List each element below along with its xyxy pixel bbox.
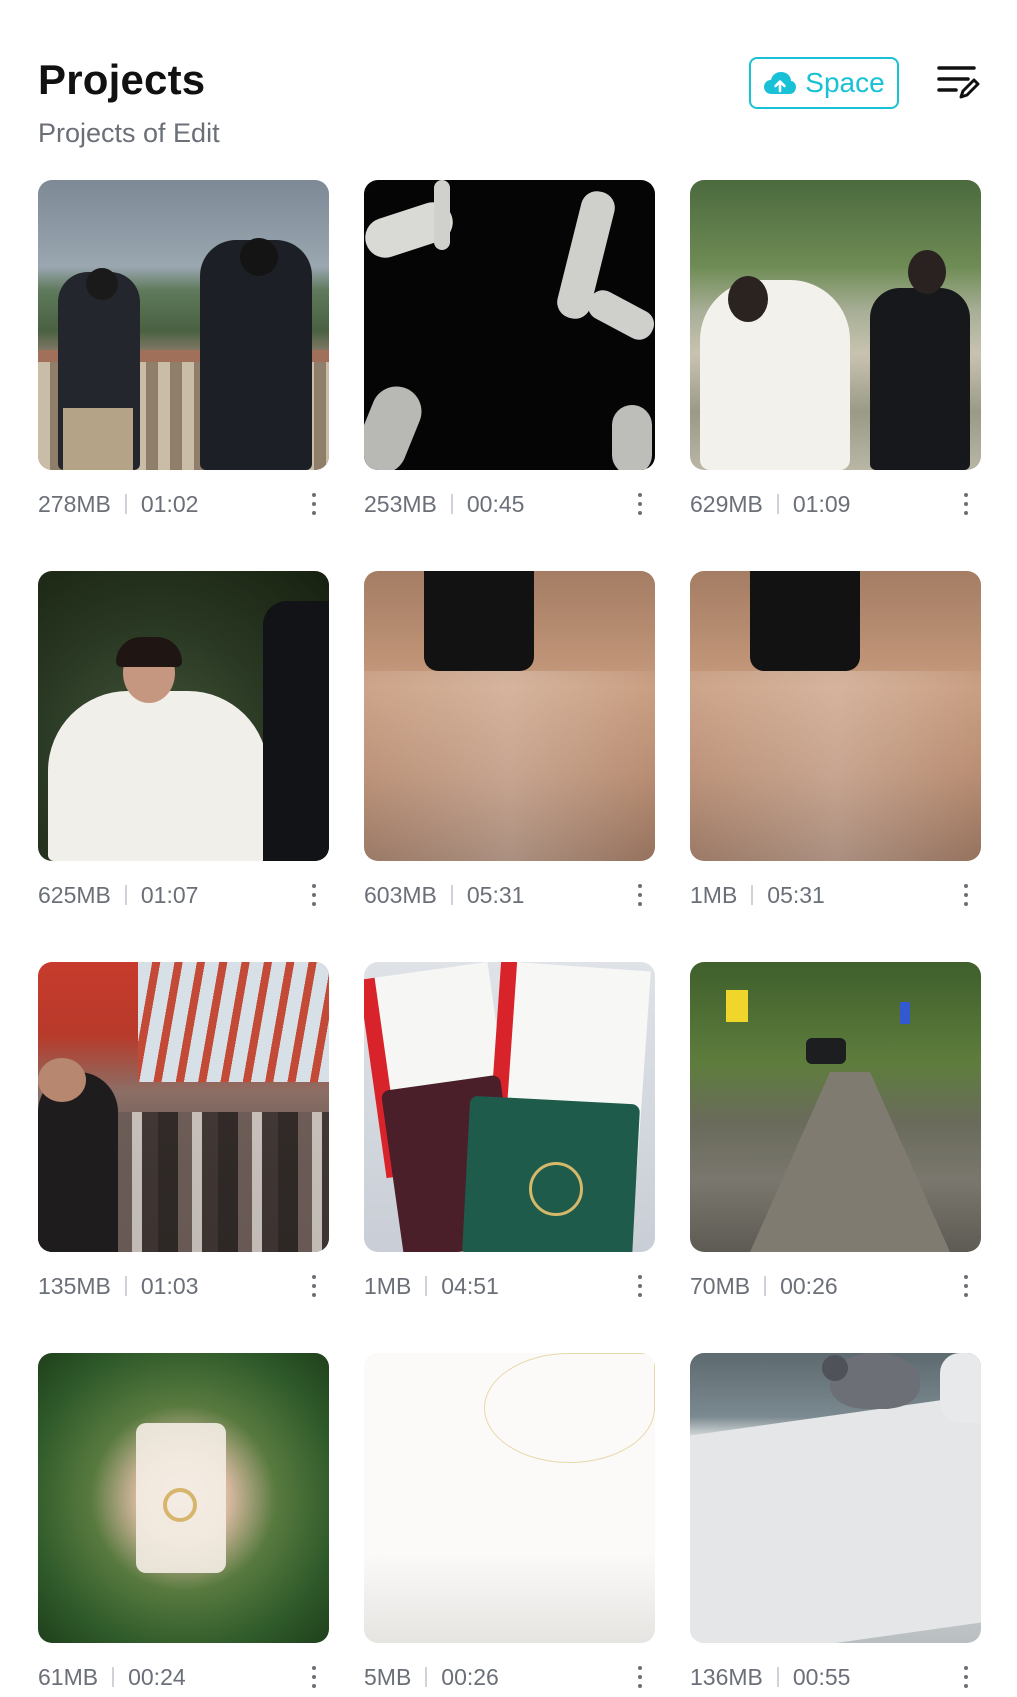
project-thumbnail[interactable] xyxy=(364,1353,655,1643)
more-vertical-icon[interactable] xyxy=(633,490,647,518)
project-size: 603MB xyxy=(364,881,437,908)
project-meta: 278MB 01:02 xyxy=(38,488,329,520)
meta-divider xyxy=(764,1276,767,1296)
project-card: 135MB 01:03 xyxy=(38,962,329,1353)
project-duration: 00:26 xyxy=(441,1663,499,1690)
project-meta: 136MB 00:55 xyxy=(690,1661,981,1693)
project-size: 625MB xyxy=(38,881,111,908)
space-button-label: Space xyxy=(805,67,885,98)
project-card: 1MB 05:31 xyxy=(690,571,981,962)
more-vertical-icon[interactable] xyxy=(633,881,647,909)
meta-divider xyxy=(425,1667,428,1687)
project-duration: 05:31 xyxy=(767,881,825,908)
project-duration: 00:24 xyxy=(128,1663,186,1690)
space-button[interactable]: Space xyxy=(749,57,899,109)
project-size: 1MB xyxy=(364,1272,412,1299)
meta-divider xyxy=(112,1667,115,1687)
project-thumbnail[interactable] xyxy=(364,180,655,470)
meta-divider xyxy=(450,885,453,905)
meta-divider xyxy=(776,494,779,514)
project-thumbnail[interactable] xyxy=(38,180,329,470)
project-meta: 625MB 01:07 xyxy=(38,879,329,911)
project-meta: 253MB 00:45 xyxy=(364,488,655,520)
project-card: 1MB 04:51 xyxy=(364,962,655,1353)
project-thumbnail[interactable] xyxy=(364,962,655,1252)
project-thumbnail[interactable] xyxy=(690,962,981,1252)
more-vertical-icon[interactable] xyxy=(633,1272,647,1300)
project-meta: 135MB 01:03 xyxy=(38,1270,329,1302)
project-size: 61MB xyxy=(38,1663,99,1690)
more-vertical-icon[interactable] xyxy=(307,1663,321,1691)
more-vertical-icon[interactable] xyxy=(307,881,321,909)
project-thumbnail[interactable] xyxy=(38,1353,329,1643)
project-card: 625MB 01:07 xyxy=(38,571,329,962)
project-duration: 05:31 xyxy=(466,881,525,908)
project-card: 253MB 00:45 xyxy=(364,180,655,571)
project-duration: 01:07 xyxy=(140,881,199,908)
meta-divider xyxy=(751,885,754,905)
project-size: 278MB xyxy=(38,490,111,517)
more-vertical-icon[interactable] xyxy=(633,1663,647,1691)
meta-divider xyxy=(124,494,127,514)
meta-divider xyxy=(450,494,453,514)
meta-divider xyxy=(124,1276,127,1296)
more-vertical-icon[interactable] xyxy=(307,490,321,518)
project-thumbnail[interactable] xyxy=(364,571,655,861)
project-thumbnail[interactable] xyxy=(38,571,329,861)
project-thumbnail[interactable] xyxy=(38,962,329,1252)
project-card: 61MB 00:24 xyxy=(38,1353,329,1697)
more-vertical-icon[interactable] xyxy=(307,1272,321,1300)
meta-divider xyxy=(124,885,127,905)
project-duration: 00:26 xyxy=(780,1272,838,1299)
page-title: Projects xyxy=(38,56,206,103)
project-meta: 603MB 05:31 xyxy=(364,879,655,911)
project-duration: 01:02 xyxy=(140,490,199,517)
project-thumbnail[interactable] xyxy=(690,1353,981,1643)
project-duration: 00:55 xyxy=(792,1663,851,1690)
project-size: 135MB xyxy=(38,1272,111,1299)
projects-grid: 278MB 01:02 253MB 00:45 629MB 01:09 625M… xyxy=(38,180,981,1697)
project-card: 70MB 00:26 xyxy=(690,962,981,1353)
project-card: 5MB 00:26 xyxy=(364,1353,655,1697)
project-size: 629MB xyxy=(690,490,763,517)
project-thumbnail[interactable] xyxy=(690,180,981,470)
project-thumbnail[interactable] xyxy=(690,571,981,861)
meta-divider xyxy=(425,1276,428,1296)
meta-divider xyxy=(776,1667,779,1687)
project-size: 253MB xyxy=(364,490,437,517)
project-size: 5MB xyxy=(364,1663,412,1690)
page-subtitle: Projects of Edit xyxy=(38,118,220,148)
project-meta: 1MB 04:51 xyxy=(364,1270,655,1302)
project-duration: 01:03 xyxy=(140,1272,199,1299)
header: Projects Projects of Edit Space xyxy=(38,56,980,156)
project-duration: 00:45 xyxy=(466,490,525,517)
project-card: 629MB 01:09 xyxy=(690,180,981,571)
list-edit-icon[interactable] xyxy=(936,62,980,102)
cloud-upload-icon xyxy=(763,70,797,96)
project-card: 603MB 05:31 xyxy=(364,571,655,962)
more-vertical-icon[interactable] xyxy=(959,490,973,518)
more-vertical-icon[interactable] xyxy=(959,1272,973,1300)
project-meta: 1MB 05:31 xyxy=(690,879,981,911)
project-meta: 629MB 01:09 xyxy=(690,488,981,520)
project-card: 278MB 01:02 xyxy=(38,180,329,571)
project-meta: 5MB 00:26 xyxy=(364,1661,655,1693)
project-card: 136MB 00:55 xyxy=(690,1353,981,1697)
project-size: 136MB xyxy=(690,1663,763,1690)
project-size: 70MB xyxy=(690,1272,751,1299)
more-vertical-icon[interactable] xyxy=(959,1663,973,1691)
project-duration: 04:51 xyxy=(441,1272,499,1299)
project-meta: 70MB 00:26 xyxy=(690,1270,981,1302)
project-meta: 61MB 00:24 xyxy=(38,1661,329,1693)
more-vertical-icon[interactable] xyxy=(959,881,973,909)
project-duration: 01:09 xyxy=(792,490,851,517)
project-size: 1MB xyxy=(690,881,738,908)
